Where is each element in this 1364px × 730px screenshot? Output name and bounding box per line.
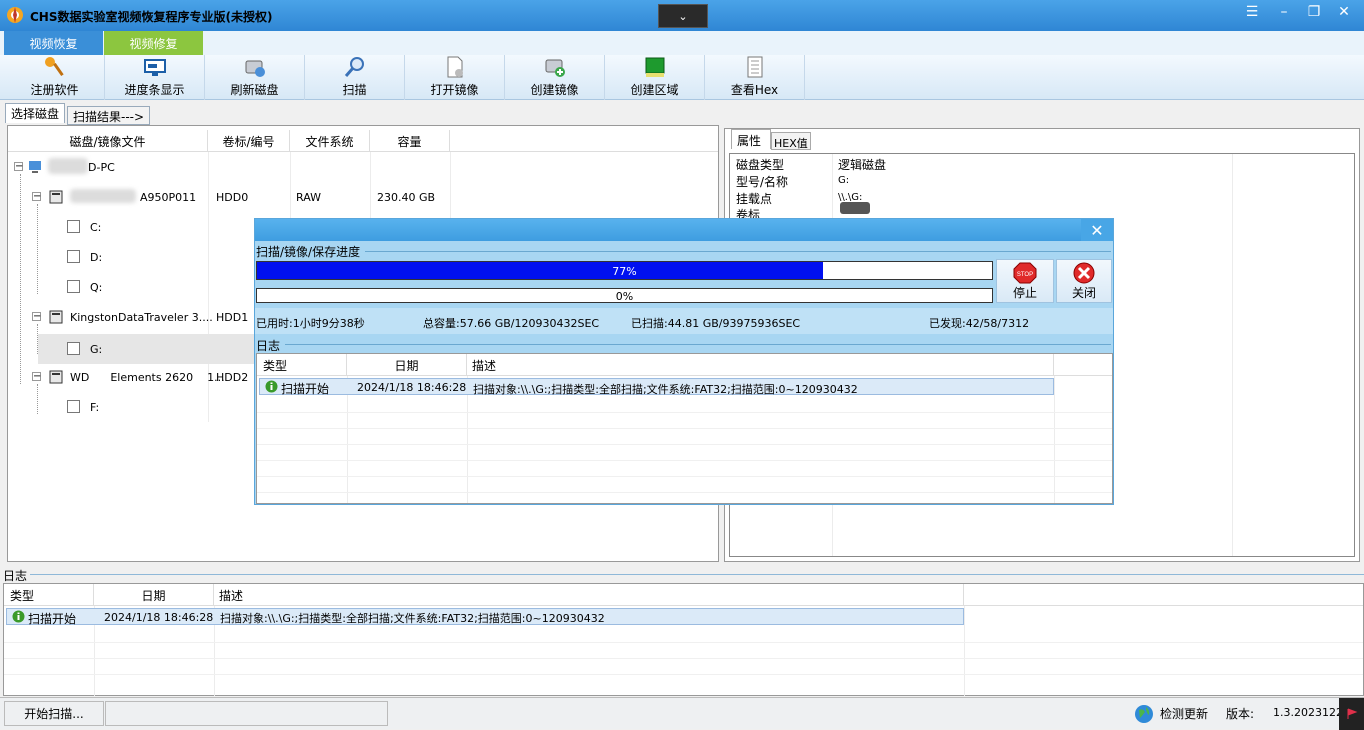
svg-text:STOP: STOP (1017, 272, 1033, 278)
dialog-log-group: 日志 (255, 337, 1113, 354)
minimize-icon[interactable]: – (1272, 2, 1296, 22)
col-volume-label[interactable]: 卷标/编号 (208, 130, 290, 152)
tab-scan-results[interactable]: 扫描结果---> (67, 106, 151, 125)
col-type[interactable]: 类型 (4, 584, 94, 606)
usb-disk-icon (49, 370, 63, 384)
progress-display-button[interactable]: 进度条显示 (105, 55, 205, 100)
usb-disk-icon (49, 310, 63, 324)
main-progress-bar: 77% (256, 261, 993, 280)
collapse-icon[interactable]: − (32, 372, 41, 382)
tree-row-hdd0[interactable]: − A950P011 HDD0 RAW 230.40 GB (8, 188, 718, 218)
scan-progress-dialog: ✕ 扫描/镜像/保存进度 77% 0% STOP 停止 关闭 已用时:1小时9分… (254, 218, 1114, 505)
close-button[interactable]: 关闭 (1056, 259, 1112, 303)
tab-attributes[interactable]: 属性 (731, 129, 771, 149)
tree-label: D-PC (88, 161, 115, 174)
close-circle-icon (1073, 262, 1095, 283)
col-disk-file[interactable]: 磁盘/镜像文件 (8, 130, 208, 152)
create-image-icon (545, 59, 565, 77)
status-bar: 开始扫描... 检测更新 版本: 1.3.20231220 (0, 697, 1364, 730)
restore-icon[interactable]: ❐ (1302, 2, 1326, 22)
check-update-button[interactable]: 检测更新 (1134, 701, 1224, 726)
partition-checkbox[interactable] (67, 342, 80, 355)
info-icon (265, 380, 278, 393)
scan-stats: 已用时:1小时9分38秒 总容量:57.66 GB/120930432SEC 已… (255, 308, 1113, 334)
collapse-icon[interactable]: − (32, 312, 41, 322)
tab-hex-value[interactable]: HEX值 (771, 132, 811, 150)
tree-label: A950P011 (140, 191, 197, 204)
create-region-button[interactable]: 创建区域 (605, 55, 705, 100)
stop-sign-icon: STOP (1013, 262, 1037, 283)
window-title: CHS数据实验室视频恢复程序专业版(未授权) (30, 10, 273, 24)
app-logo-icon (7, 7, 23, 23)
register-software-button[interactable]: 注册软件 (5, 55, 105, 100)
main-tab-bar (0, 31, 1364, 55)
tab-video-repair[interactable]: 视频修复 (104, 31, 203, 55)
log-table: 类型 日期 描述 扫描开始 2024/1/18 18:46:28 扫描对象:\\… (3, 583, 1364, 696)
col-capacity[interactable]: 容量 (370, 130, 450, 152)
create-image-button[interactable]: 创建镜像 (505, 55, 605, 100)
hex-view-icon (747, 56, 762, 78)
key-icon (44, 57, 64, 77)
create-region-icon (645, 57, 664, 77)
dialog-close-icon[interactable]: ✕ (1081, 219, 1113, 241)
magnifier-icon (344, 57, 364, 77)
redacted-value (840, 202, 870, 214)
collapse-toggle-button[interactable]: ⌄ (658, 4, 708, 28)
progress-group: 扫描/镜像/保存进度 (255, 243, 1113, 260)
col-filesystem[interactable]: 文件系统 (290, 130, 370, 152)
col-desc[interactable]: 描述 (467, 354, 1054, 376)
collapse-icon[interactable]: − (32, 192, 41, 202)
close-window-icon[interactable]: ✕ (1332, 2, 1356, 22)
col-type[interactable]: 类型 (257, 354, 347, 376)
hard-disk-icon (49, 190, 63, 204)
dialog-log-table: 类型 日期 描述 扫描开始 2024/1/18 18:46:28 扫描对象:\\… (256, 353, 1113, 504)
table-row[interactable]: 扫描开始 2024/1/18 18:46:28 扫描对象:\\.\G:;扫描类型… (259, 378, 1054, 396)
collapse-icon[interactable]: − (14, 162, 23, 172)
tab-video-recover[interactable]: 视频恢复 (4, 31, 103, 55)
globe-icon (1135, 704, 1153, 723)
progress-monitor-icon (143, 59, 166, 76)
scan-button[interactable]: 扫描 (305, 55, 405, 100)
col-date[interactable]: 日期 (347, 354, 467, 376)
dialog-title-bar (255, 219, 1113, 241)
tree-row-computer[interactable]: − D-PC (8, 158, 718, 188)
col-desc[interactable]: 描述 (214, 584, 964, 606)
refresh-disk-button[interactable]: 刷新磁盘 (205, 55, 305, 100)
flag-icon[interactable] (1339, 698, 1364, 730)
partition-checkbox[interactable] (67, 220, 80, 233)
chevron-down-icon: ⌄ (678, 9, 688, 23)
secondary-progress-bar: 0% (256, 288, 993, 303)
version-number: 1.3.20231220 (1273, 706, 1339, 719)
menu-icon[interactable]: ☰ (1240, 2, 1264, 22)
stop-button[interactable]: STOP 停止 (996, 259, 1054, 303)
disk-refresh-icon (245, 60, 265, 77)
partition-checkbox[interactable] (67, 250, 80, 263)
tab-select-disk[interactable]: 选择磁盘 (5, 103, 66, 123)
log-group: 日志 (0, 567, 1364, 584)
info-icon (12, 610, 25, 623)
open-image-icon (447, 56, 463, 78)
status-text: 开始扫描... (4, 701, 104, 726)
view-hex-button[interactable]: 查看Hex (705, 55, 805, 100)
col-date[interactable]: 日期 (94, 584, 214, 606)
disk-table-header: 磁盘/镜像文件 卷标/编号 文件系统 容量 (8, 130, 718, 152)
partition-checkbox[interactable] (67, 280, 80, 293)
table-row[interactable]: 扫描开始 2024/1/18 18:46:28 扫描对象:\\.\G:;扫描类型… (6, 608, 964, 626)
partition-checkbox[interactable] (67, 400, 80, 413)
open-image-button[interactable]: 打开镜像 (405, 55, 505, 100)
computer-icon (29, 161, 41, 173)
